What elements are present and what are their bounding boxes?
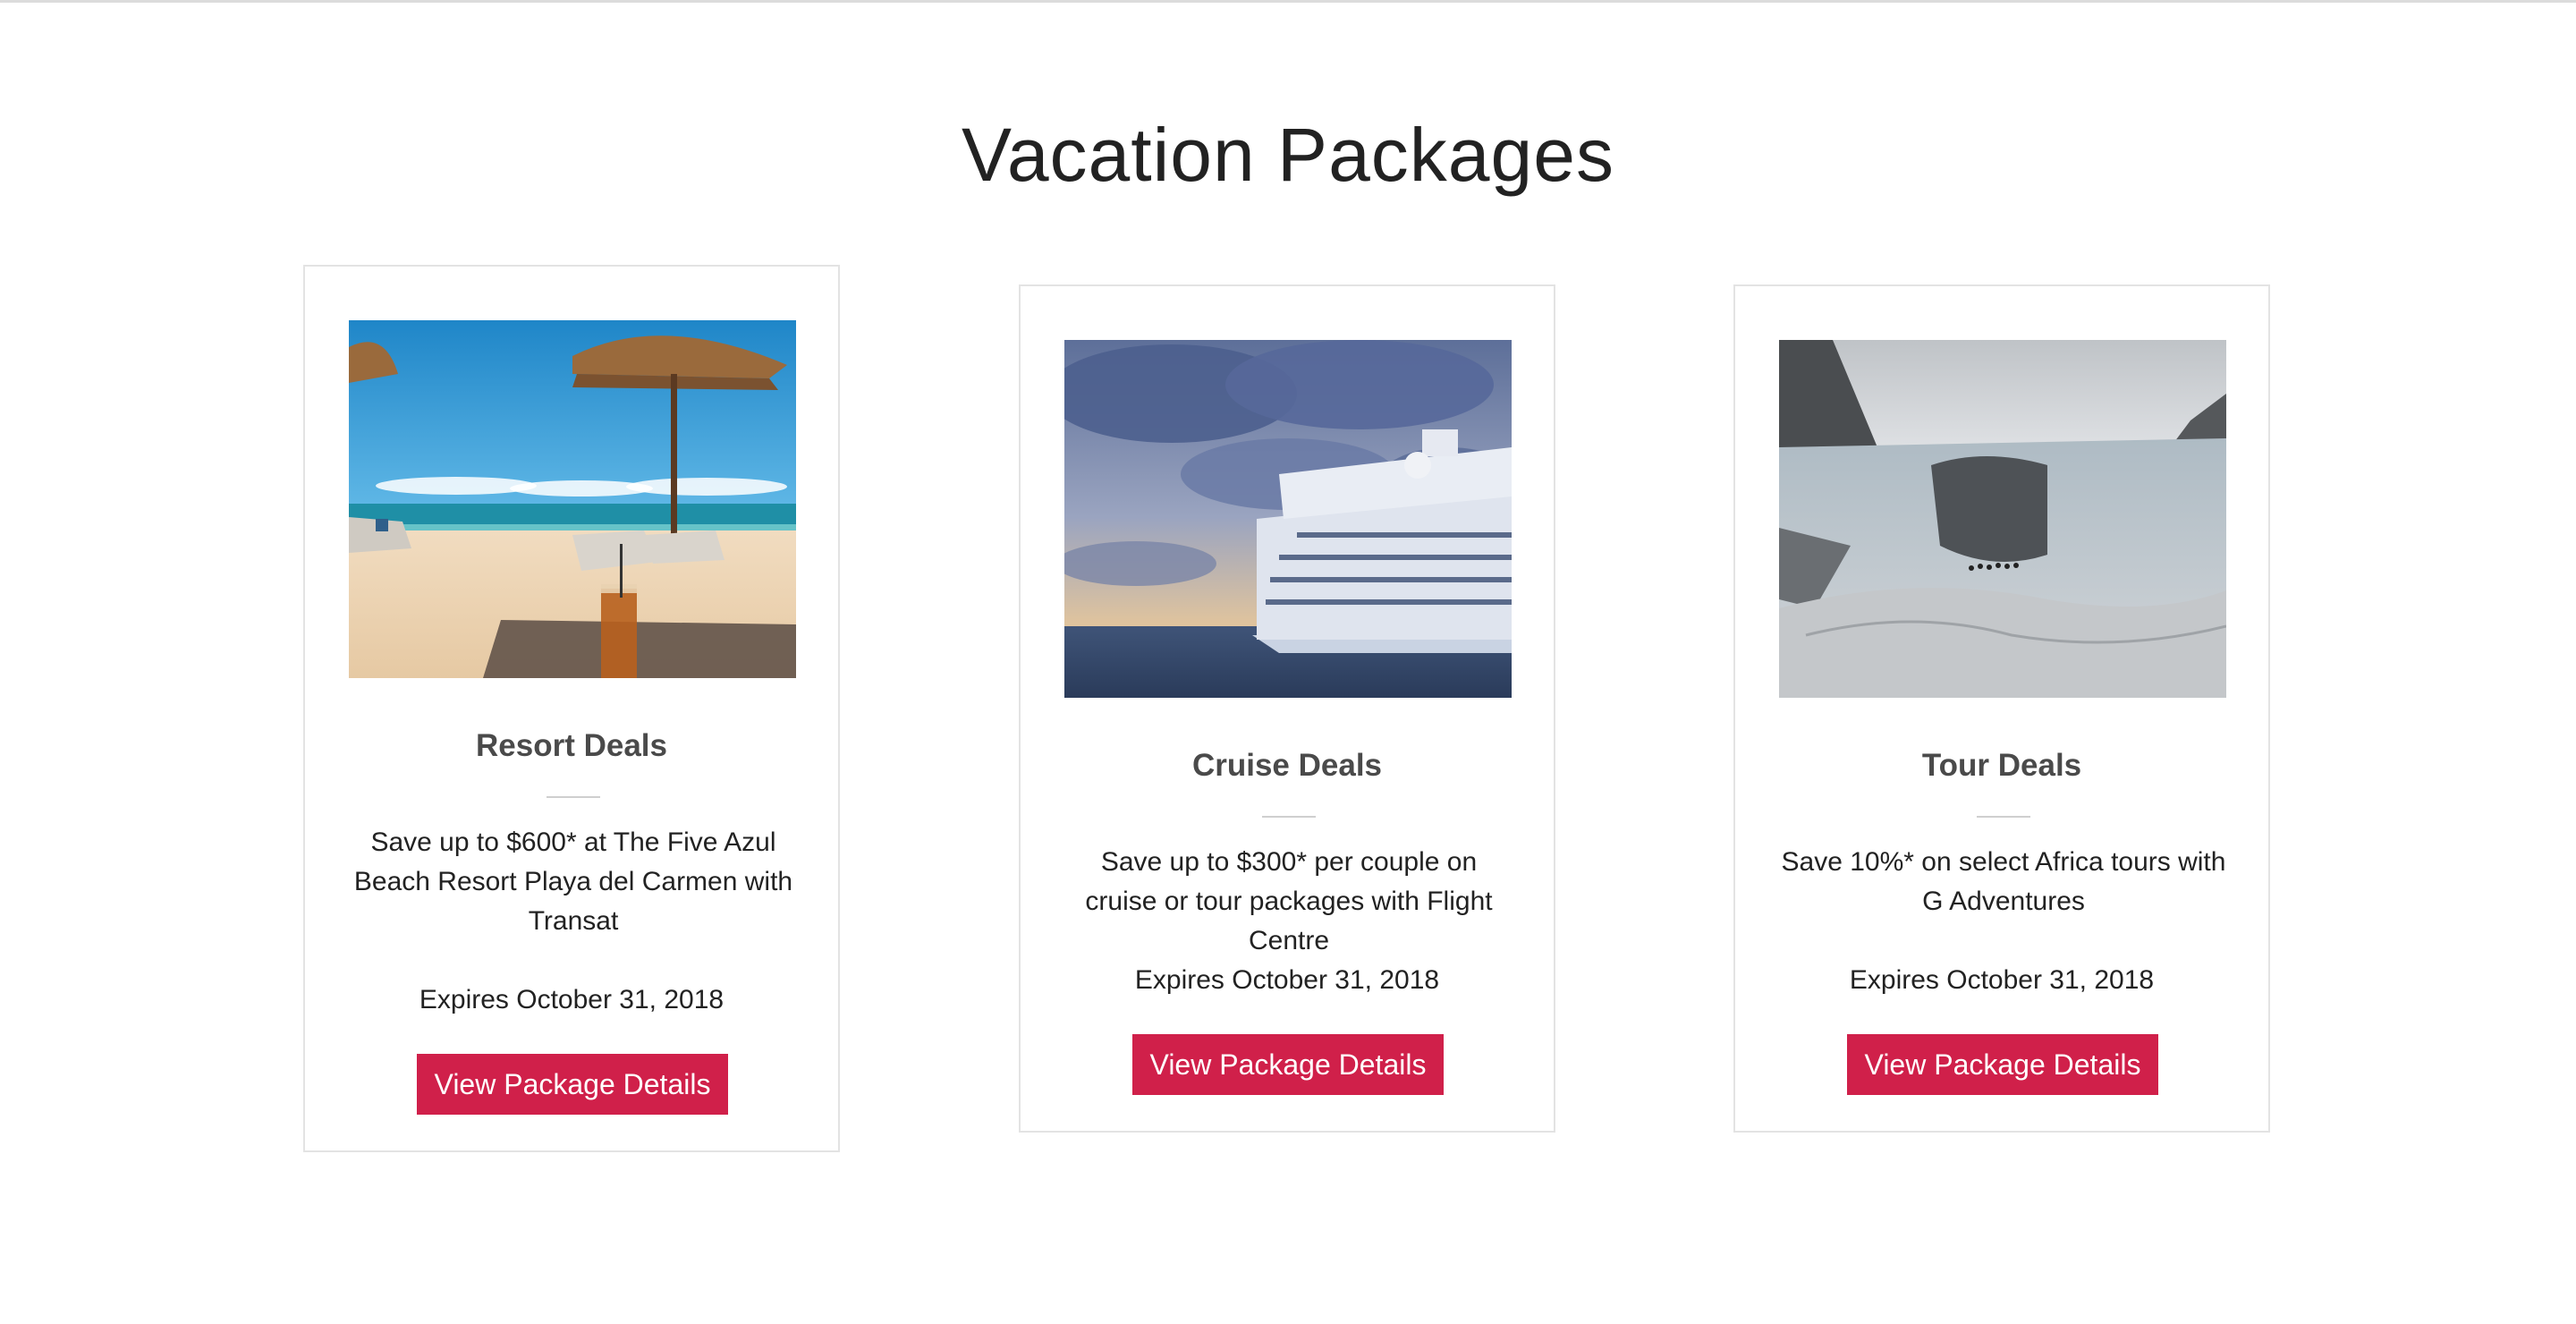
- card-title: Resort Deals: [476, 728, 667, 763]
- vacation-packages-page: Vacation Packages Resort Deals Save up t…: [0, 0, 2576, 1324]
- card-description: Save up to $600* at The Five Azul Beach …: [353, 828, 793, 936]
- cruise-ship-image: [1064, 340, 1512, 698]
- top-divider: [0, 0, 2576, 3]
- glacier-tour-image: [1779, 340, 2226, 698]
- card-title: Tour Deals: [1921, 748, 2082, 783]
- view-package-details-button[interactable]: View Package Details: [1847, 1034, 2158, 1095]
- beach-resort-image: [349, 320, 796, 678]
- expiry-date: Expires October 31, 2018: [1134, 965, 1440, 995]
- title-divider: [1977, 816, 2030, 818]
- card-title: Cruise Deals: [1191, 748, 1383, 783]
- title-divider: [1262, 816, 1316, 818]
- title-divider: [547, 796, 600, 798]
- view-package-details-button[interactable]: View Package Details: [1132, 1034, 1444, 1095]
- page-title: Vacation Packages: [962, 113, 1614, 197]
- view-package-details-button[interactable]: View Package Details: [417, 1054, 728, 1115]
- package-card-tour: Tour Deals Save 10%* on select Africa to…: [1733, 284, 2270, 1133]
- expiry-date: Expires October 31, 2018: [419, 985, 724, 1014]
- card-description: Save 10%* on select Africa tours with G …: [1781, 847, 2226, 916]
- package-card-resort: Resort Deals Save up to $600* at The Fiv…: [303, 265, 840, 1152]
- expiry-date: Expires October 31, 2018: [1849, 965, 2155, 995]
- package-card-cruise: Cruise Deals Save up to $300* per couple…: [1019, 284, 1555, 1133]
- card-description: Save up to $300* per couple on cruise or…: [1085, 847, 1493, 955]
